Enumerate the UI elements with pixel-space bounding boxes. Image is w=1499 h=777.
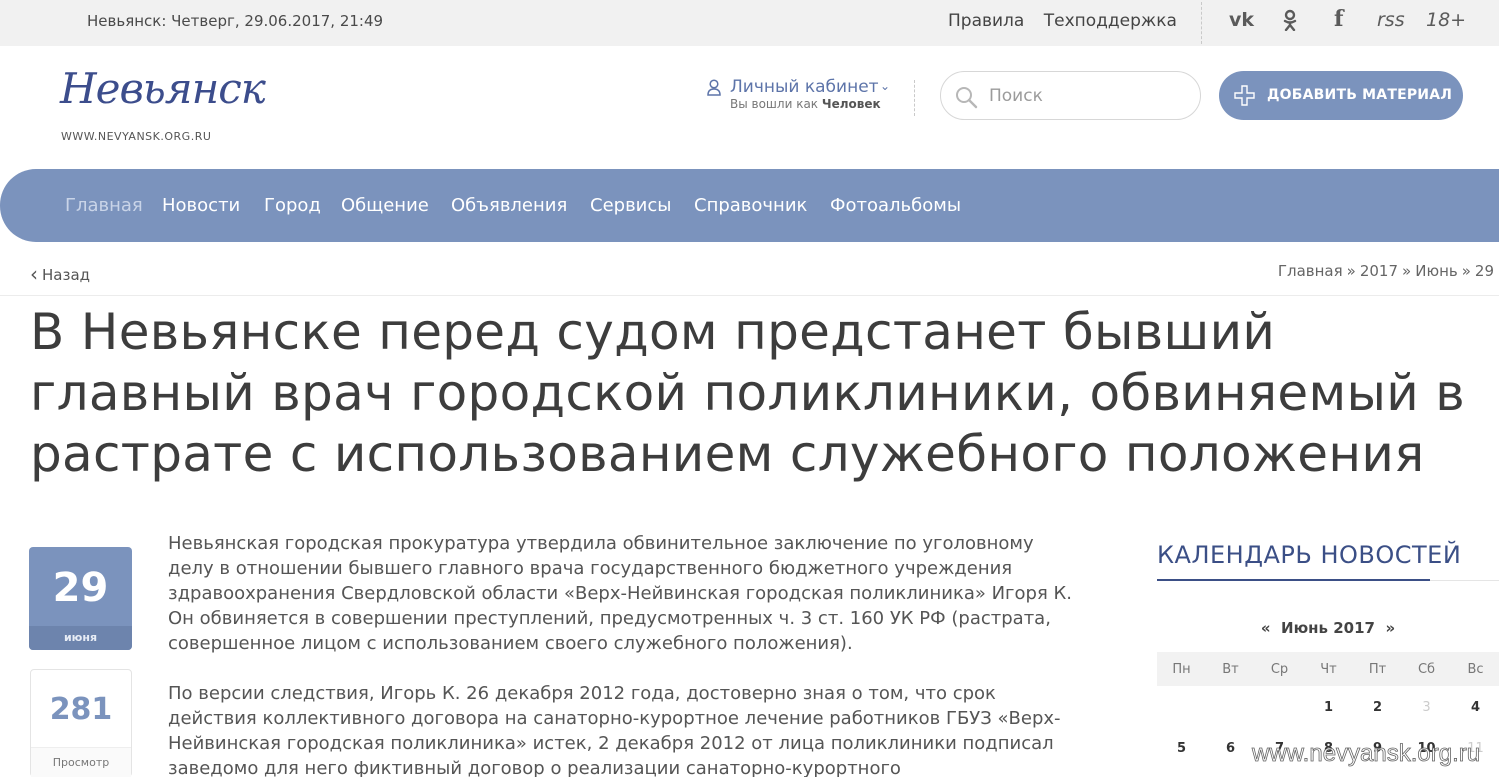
weekday-thu: Чт xyxy=(1320,662,1337,677)
weekday-sun: Вс xyxy=(1467,662,1484,677)
article-day: 29 xyxy=(52,565,109,611)
article-date: 29 июня xyxy=(29,547,132,650)
search-input[interactable] xyxy=(989,82,1189,110)
rules-link[interactable]: Правила xyxy=(948,11,1024,31)
watermark: www.nevyansk.org.ru xyxy=(1252,740,1481,768)
site-url: WWW.NEVYANSK.ORG.RU xyxy=(61,130,212,143)
nav-item-news[interactable]: Новости xyxy=(162,195,240,216)
odnoklassniki-icon[interactable] xyxy=(1283,9,1297,36)
calendar-title-underline xyxy=(1157,579,1430,581)
back-label: Назад xyxy=(42,266,91,284)
calendar-month-label[interactable]: Июнь 2017 xyxy=(1281,619,1375,637)
nav-item-directory[interactable]: Справочник xyxy=(694,195,807,216)
breadcrumb-home[interactable]: Главная xyxy=(1278,262,1343,280)
weekday-wed: Ср xyxy=(1270,662,1289,677)
calendar-day[interactable]: 1 xyxy=(1304,700,1353,715)
rss-link[interactable]: rss xyxy=(1377,9,1405,31)
search-icon xyxy=(956,87,978,109)
plus-icon xyxy=(1234,85,1255,106)
nav-item-home[interactable]: Главная xyxy=(65,195,143,216)
article-paragraph: По версии следствия, Игорь К. 26 декабря… xyxy=(168,683,1061,777)
divider xyxy=(0,295,1499,296)
calendar-title-line xyxy=(1430,580,1499,581)
weekday-sat: Сб xyxy=(1417,662,1436,677)
calendar-day[interactable]: 5 xyxy=(1157,741,1206,756)
article-body: Невьянская городская прокуратура утверди… xyxy=(168,531,1078,777)
site-logo[interactable]: Невьянск xyxy=(60,64,266,113)
support-link[interactable]: Техподдержка xyxy=(1044,11,1177,31)
logged-user: Человек xyxy=(821,97,881,111)
calendar-weekdays: Пн Вт Ср Чт Пт Сб Вс xyxy=(1157,652,1499,686)
chevron-left-icon: ‹ xyxy=(30,262,38,286)
logged-in-as: Вы вошли как Человек xyxy=(730,97,881,111)
breadcrumb-day[interactable]: 29 xyxy=(1475,262,1494,280)
nav-item-communication[interactable]: Общение xyxy=(341,195,429,216)
cabinet-label[interactable]: Личный кабинет xyxy=(730,77,879,97)
current-datetime: Невьянск: Четверг, 29.06.2017, 21:49 xyxy=(87,12,384,30)
top-divider xyxy=(1201,2,1202,44)
views-label: Просмотр xyxy=(31,747,131,777)
weekday-fri: Пт xyxy=(1368,662,1387,677)
breadcrumb-year[interactable]: 2017 xyxy=(1360,262,1398,280)
nav-item-services[interactable]: Сервисы xyxy=(590,195,671,216)
nav-item-city[interactable]: Город xyxy=(264,195,321,216)
main-nav: Главная Новости Город Общение Объявления… xyxy=(0,169,1499,242)
calendar-day[interactable]: 6 xyxy=(1206,741,1255,756)
back-link[interactable]: ‹ Назад xyxy=(30,261,91,286)
weekday-tue: Вт xyxy=(1222,662,1239,677)
breadcrumb-month[interactable]: Июнь xyxy=(1415,262,1458,280)
article-month: июня xyxy=(29,626,132,650)
top-bar: Невьянск: Четверг, 29.06.2017, 21:49 Пра… xyxy=(0,0,1499,46)
calendar-next-button[interactable]: » xyxy=(1385,619,1395,637)
header-divider xyxy=(914,80,915,116)
age-rating: 18+ xyxy=(1426,9,1467,31)
weekday-mon: Пн xyxy=(1172,662,1191,677)
breadcrumb: Главная» 2017» Июнь» 29 xyxy=(1277,262,1494,280)
calendar-day: 3 xyxy=(1422,700,1431,715)
calendar-prev-button[interactable]: « xyxy=(1261,619,1271,637)
chevron-down-icon: ⌄ xyxy=(880,79,891,93)
vk-icon[interactable]: vk xyxy=(1229,9,1254,31)
article-paragraph: Невьянская городская прокуратура утверди… xyxy=(168,533,1072,654)
nav-item-photoalbums[interactable]: Фотоальбомы xyxy=(830,195,961,216)
user-icon xyxy=(707,79,721,96)
article-title: В Невьянске перед судом предстанет бывши… xyxy=(30,303,1466,483)
search-box[interactable] xyxy=(940,71,1201,120)
calendar-title: КАЛЕНДАРЬ НОВОСТЕЙ xyxy=(1157,541,1462,569)
facebook-icon[interactable]: f xyxy=(1334,6,1343,32)
calendar-month-nav: « Июнь 2017 » xyxy=(1157,619,1499,637)
calendar-day[interactable]: 4 xyxy=(1451,700,1499,715)
nav-item-ads[interactable]: Объявления xyxy=(451,195,567,216)
views-count: 281 xyxy=(49,692,113,727)
calendar-day[interactable]: 2 xyxy=(1353,700,1402,715)
add-material-button[interactable]: ДОБАВИТЬ МАТЕРИАЛ xyxy=(1219,71,1463,120)
add-material-label: ДОБАВИТЬ МАТЕРИАЛ xyxy=(1267,87,1453,103)
top-links: Правила Техподдержка xyxy=(948,11,1191,31)
views-counter: 281 Просмотр xyxy=(30,669,132,777)
